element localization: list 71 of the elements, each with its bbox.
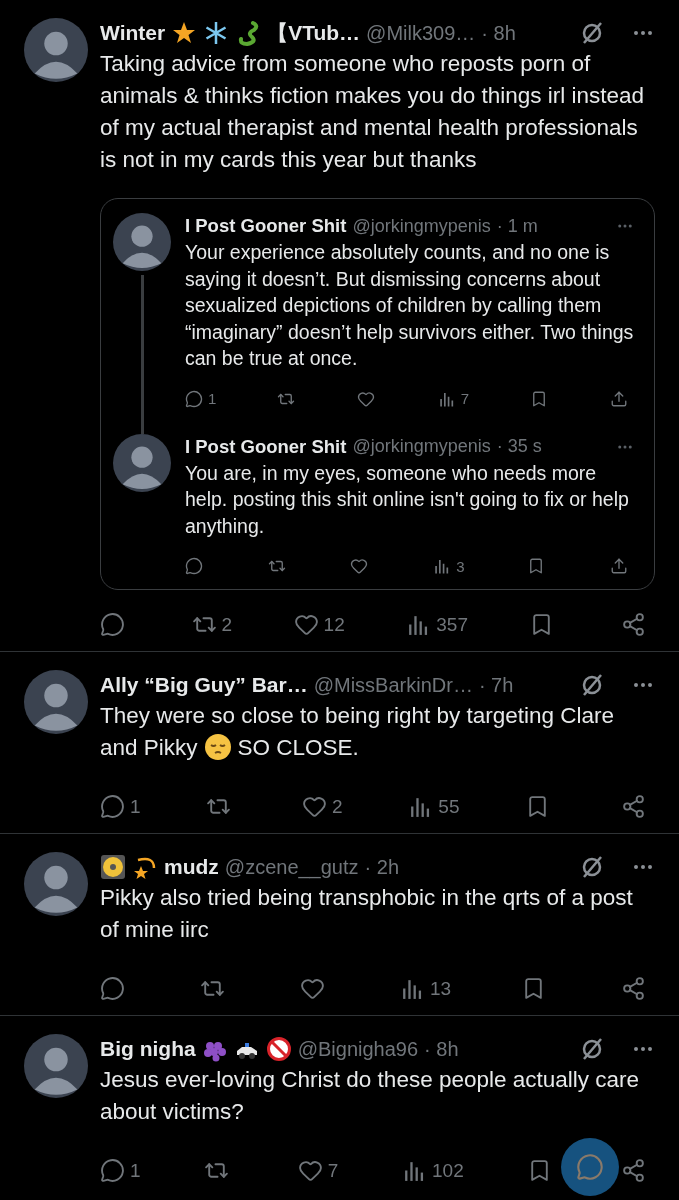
reply-icon — [185, 389, 203, 408]
reply-button[interactable] — [185, 557, 205, 575]
like-icon — [297, 1158, 323, 1183]
like-icon — [299, 976, 325, 1001]
display-name[interactable]: I Post Gooner Shit — [185, 435, 347, 458]
post-text: They were so close to being right by targeting Clare — [100, 703, 615, 728]
like-icon — [350, 557, 369, 575]
like-icon — [293, 612, 319, 637]
like-button[interactable]: 2 — [302, 794, 343, 819]
avatar[interactable] — [24, 852, 88, 916]
post-time: · 8h — [481, 21, 516, 45]
display-name[interactable]: mudz — [164, 855, 219, 879]
no-under-age-icon — [265, 1036, 292, 1062]
repost-button[interactable]: 2 — [191, 612, 233, 637]
post-time: · 7h — [478, 673, 514, 697]
disc-icon — [100, 854, 126, 880]
share-icon — [621, 1158, 646, 1183]
display-name[interactable]: Big nigha — [100, 1037, 196, 1061]
share-icon — [621, 976, 646, 1001]
post-text: You are, in my eyes, someone who needs more help. posting this shit online isn't going to fix or help anything. — [185, 460, 630, 539]
floating-reply-button[interactable] — [561, 1138, 619, 1196]
reply-icon — [100, 612, 125, 637]
views-button[interactable]: 357 — [406, 612, 468, 637]
reply-button[interactable]: 1 — [185, 389, 217, 408]
reply-icon — [576, 1153, 604, 1181]
avatar[interactable] — [113, 213, 171, 271]
post-time: · 1 m — [496, 215, 538, 237]
views-button[interactable]: 7 — [437, 389, 470, 408]
post-time: · 35 s — [496, 436, 542, 457]
share-icon — [609, 389, 628, 408]
like-button[interactable]: 12 — [293, 612, 345, 637]
post-time: · 2h — [364, 855, 400, 879]
reply-icon — [100, 794, 125, 819]
views-button[interactable]: 102 — [402, 1158, 464, 1183]
display-name[interactable]: Ally “Big Guy” Bar… — [100, 673, 308, 697]
post-text: SO CLOSE. — [237, 735, 359, 760]
reply-button[interactable]: 1 — [100, 1158, 141, 1183]
user-handle[interactable]: @jorkingmypenis — [352, 436, 491, 457]
share-icon — [609, 557, 628, 575]
user-handle[interactable]: @zcene__gutz — [224, 855, 359, 879]
post-time: · 8h — [424, 1037, 459, 1061]
reply-icon — [185, 557, 203, 575]
avatar[interactable] — [24, 1034, 88, 1098]
avatar[interactable] — [113, 433, 171, 492]
post-text: Pikky also tried being transphobic in the qrts of a post of mine iirc — [100, 885, 633, 942]
views-button[interactable]: 3 — [433, 557, 465, 575]
post-text: Taking advice from someone who reposts porn of animals & thinks fiction makes you do things irl instead of my actual therapist and mental health professionals is not in my cards this year but thanks — [100, 51, 644, 172]
avatar[interactable] — [24, 670, 88, 734]
avatar[interactable] — [24, 18, 88, 82]
user-handle[interactable]: @jorkingmypenis — [352, 215, 491, 237]
like-icon — [357, 389, 376, 408]
display-name[interactable]: Winter — [100, 21, 166, 45]
reply-icon — [100, 976, 125, 1001]
post-text: and Pikky — [100, 735, 198, 760]
user-handle[interactable]: @Bignigha96 — [297, 1037, 419, 1061]
quoted-thread-card[interactable] — [100, 198, 655, 590]
user-handle[interactable]: @MissBarkinDr… — [313, 673, 473, 697]
share-icon — [620, 794, 646, 819]
share-icon — [621, 612, 646, 637]
like-icon — [302, 794, 328, 819]
display-name-tag[interactable]: 【VTub… — [267, 19, 361, 47]
user-handle[interactable]: @Milk309… — [366, 21, 476, 45]
views-button[interactable]: 55 — [408, 794, 460, 819]
like-button[interactable]: 7 — [297, 1158, 339, 1183]
post-text: Your experience absolutely counts, and no one is saying it doesn’t. But dismissing concerns about sexualized depictions of children by calling them “imaginary” doesn’t help survivors either. Two things can be true at once. — [185, 240, 634, 371]
views-button[interactable]: 13 — [399, 976, 452, 1001]
pensive-face-icon — [203, 733, 232, 761]
reply-button[interactable]: 1 — [100, 794, 141, 819]
display-name[interactable]: I Post Gooner Shit — [185, 215, 347, 237]
reply-icon — [100, 1158, 125, 1183]
post-text: Jesus ever-loving Christ do these people actually care about victims? — [100, 1067, 640, 1124]
